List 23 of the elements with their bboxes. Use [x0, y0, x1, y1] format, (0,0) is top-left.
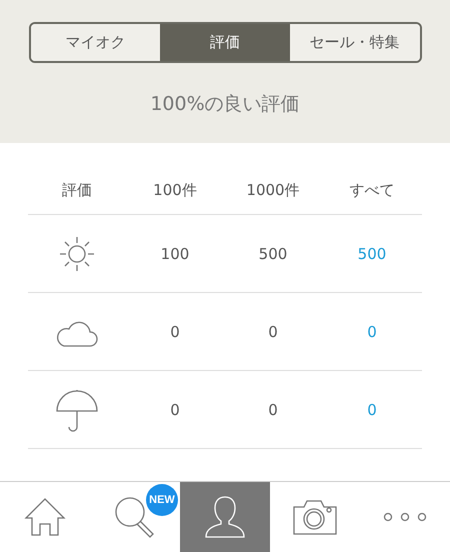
more-icon [383, 512, 427, 522]
table-cell: 500 [258, 244, 288, 262]
table-cell: 100 [160, 244, 190, 262]
table-cell: 0 [170, 322, 180, 340]
table-cell: 0 [367, 400, 377, 418]
user-tab[interactable] [180, 482, 270, 552]
camera-icon [293, 499, 337, 535]
table-cell: 0 [268, 322, 278, 340]
new-badge: NEW [146, 484, 178, 516]
home-icon [24, 497, 66, 537]
tab[interactable]: セール・特集 [290, 24, 420, 61]
table-cell: 0 [170, 400, 180, 418]
column-header: 1000件 [246, 181, 300, 200]
column-header: 評価 [62, 181, 92, 200]
column-header: 100件 [153, 181, 197, 200]
tab[interactable]: マイオク [30, 24, 160, 61]
table-cell: 0 [268, 400, 278, 418]
user-icon [203, 495, 247, 539]
column-header: すべて [350, 181, 394, 200]
tab[interactable]: 評価 [160, 24, 290, 61]
rating-summary: 100%の良い評価 [150, 92, 300, 117]
table-cell: 500 [358, 244, 386, 262]
table-cell: 0 [367, 322, 377, 340]
